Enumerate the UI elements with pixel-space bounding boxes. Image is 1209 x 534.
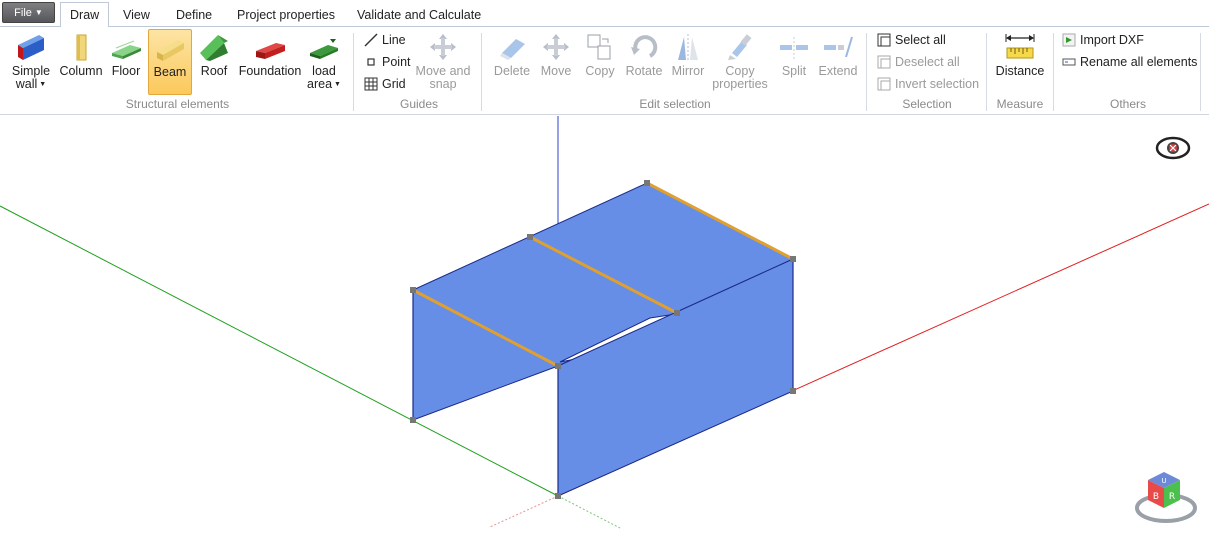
navcube-face-label: R [1169, 492, 1175, 502]
navigation-cube[interactable]: U B R [1134, 466, 1198, 524]
node[interactable] [644, 180, 650, 186]
visibility-eye-icon[interactable] [1155, 134, 1191, 162]
y-axis-negative [557, 495, 621, 529]
node[interactable] [527, 234, 533, 240]
node[interactable] [555, 363, 561, 369]
3d-scene[interactable] [0, 0, 1209, 534]
node[interactable] [410, 287, 416, 293]
node[interactable] [555, 493, 561, 499]
node[interactable] [674, 310, 680, 316]
tab-draw[interactable]: Draw [60, 2, 110, 27]
navcube-face-label: U [1161, 477, 1166, 485]
tab-label: Draw [70, 8, 100, 22]
x-axis-negative [489, 495, 559, 528]
navcube-face-label: B [1153, 492, 1159, 502]
node[interactable] [410, 417, 416, 423]
node[interactable] [790, 256, 796, 262]
node[interactable] [790, 388, 796, 394]
